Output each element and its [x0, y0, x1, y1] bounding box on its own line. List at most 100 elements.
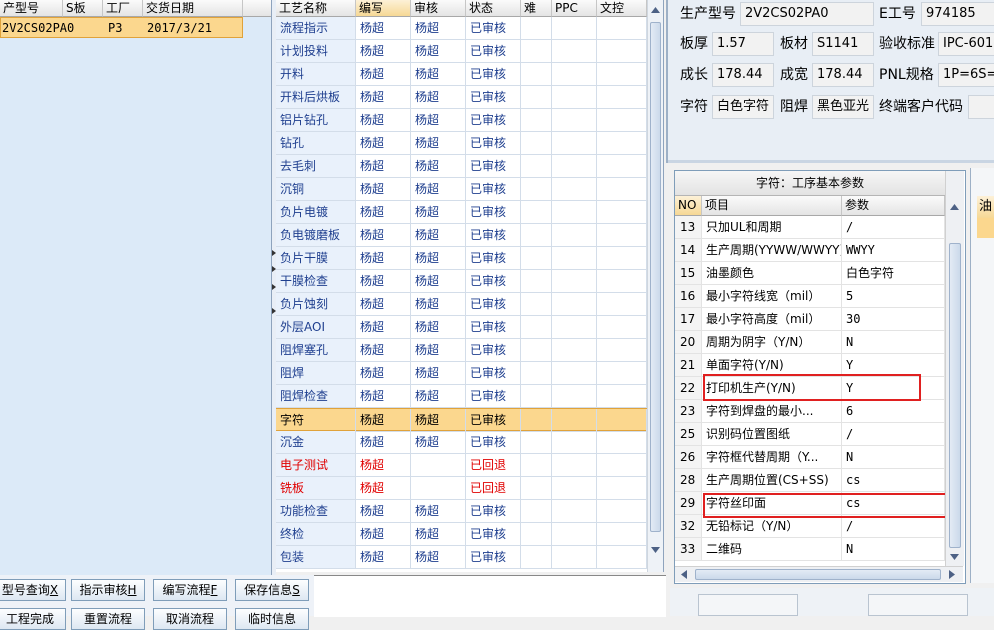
doc-control-cell[interactable]	[597, 201, 647, 224]
bottom-field-1[interactable]	[698, 594, 798, 616]
writer-cell[interactable]: 杨超	[356, 201, 411, 224]
reviewer-cell[interactable]: 杨超	[411, 224, 466, 247]
scroll-thumb[interactable]	[695, 569, 941, 580]
edge-tab-ink[interactable]: 油	[977, 196, 994, 218]
model-query-button[interactable]: 型号查询X	[0, 579, 66, 601]
ppc-cell[interactable]	[552, 247, 597, 270]
doc-control-cell[interactable]	[597, 385, 647, 408]
difficulty-cell[interactable]	[521, 362, 552, 385]
writer-cell[interactable]: 杨超	[356, 523, 411, 546]
doc-control-cell[interactable]	[597, 270, 647, 293]
item-cell[interactable]: 无铅标记（Y/N）	[702, 515, 842, 538]
ppc-cell[interactable]	[552, 109, 597, 132]
col-header-ppc[interactable]: PPC	[552, 0, 597, 17]
writer-cell[interactable]: 杨超	[356, 546, 411, 569]
proc-name-cell[interactable]: 负电镀磨板	[276, 224, 356, 247]
writer-cell[interactable]: 杨超	[356, 477, 411, 500]
table-row[interactable]: 终检 杨超 杨超 已审核	[276, 523, 647, 546]
ppc-cell[interactable]	[552, 178, 597, 201]
value-cell[interactable]: N	[842, 538, 945, 561]
no-cell[interactable]: 28	[675, 469, 702, 492]
status-cell[interactable]: 已审核	[466, 431, 521, 454]
status-cell[interactable]: 已审核	[466, 523, 521, 546]
ppc-cell[interactable]	[552, 293, 597, 316]
proc-name-cell[interactable]: 计划投料	[276, 40, 356, 63]
table-row[interactable]: 字符 杨超 杨超 已审核	[276, 408, 647, 432]
parameter-grid[interactable]: 字符：工序基本参数 NO 项目 参数 13 只加UL和周期/14 生产周期(YYWW…	[674, 170, 966, 584]
no-cell[interactable]: 20	[675, 331, 702, 354]
table-row[interactable]: 铣板 杨超 已回退	[276, 477, 647, 500]
item-cell[interactable]: 最小字符高度（mil）	[702, 308, 842, 331]
table-row[interactable]: 14 生产周期(YYWW/WWYY) WWYY	[675, 239, 945, 262]
doc-control-cell[interactable]	[597, 247, 647, 270]
table-row[interactable]: 13 只加UL和周期 /	[675, 216, 945, 239]
table-row[interactable]: 沉铜 杨超 杨超 已审核	[276, 178, 647, 201]
doc-control-cell[interactable]	[597, 546, 647, 569]
no-cell[interactable]: 16	[675, 285, 702, 308]
doc-control-cell[interactable]	[597, 224, 647, 247]
writer-cell[interactable]: 杨超	[356, 132, 411, 155]
no-cell[interactable]: 15	[675, 262, 702, 285]
table-row[interactable]: 沉金 杨超 杨超 已审核	[276, 431, 647, 454]
difficulty-cell[interactable]	[521, 409, 552, 432]
difficulty-cell[interactable]	[521, 385, 552, 408]
ppc-cell[interactable]	[552, 224, 597, 247]
table-row[interactable]: 负片干膜 杨超 杨超 已审核	[276, 247, 647, 270]
difficulty-cell[interactable]	[521, 201, 552, 224]
proc-name-cell[interactable]: 终检	[276, 523, 356, 546]
ppc-cell[interactable]	[552, 546, 597, 569]
ppc-cell[interactable]	[552, 431, 597, 454]
ppc-cell[interactable]	[552, 409, 597, 432]
difficulty-cell[interactable]	[521, 109, 552, 132]
no-cell[interactable]: 22	[675, 377, 702, 400]
doc-control-cell[interactable]	[597, 431, 647, 454]
doc-control-cell[interactable]	[597, 477, 647, 500]
reviewer-cell[interactable]: 杨超	[411, 339, 466, 362]
difficulty-cell[interactable]	[521, 293, 552, 316]
proc-name-cell[interactable]: 负片电镀	[276, 201, 356, 224]
writer-cell[interactable]: 杨超	[356, 224, 411, 247]
doc-control-cell[interactable]	[597, 17, 647, 40]
reviewer-cell[interactable]: 杨超	[411, 40, 466, 63]
reviewer-cell[interactable]: 杨超	[411, 132, 466, 155]
thickness-field[interactable]: 1.57	[712, 32, 774, 56]
proc-name-cell[interactable]: 铝片钻孔	[276, 109, 356, 132]
table-row[interactable]: 阻焊检查 杨超 杨超 已审核	[276, 385, 647, 408]
status-cell[interactable]: 已审核	[466, 409, 521, 432]
scroll-up-icon[interactable]	[949, 201, 960, 211]
e-no-field[interactable]: 974185	[921, 2, 994, 26]
writer-cell[interactable]: 杨超	[356, 385, 411, 408]
mask-field[interactable]: 黑色亚光	[812, 95, 874, 119]
table-row[interactable]: 开料后烘板 杨超 杨超 已审核	[276, 86, 647, 109]
writer-cell[interactable]: 杨超	[356, 409, 411, 432]
proc-name-cell[interactable]: 流程指示	[276, 17, 356, 40]
bottom-field-2[interactable]	[868, 594, 968, 616]
difficulty-cell[interactable]	[521, 477, 552, 500]
no-cell[interactable]: 32	[675, 515, 702, 538]
proc-name-cell[interactable]: 阻焊	[276, 362, 356, 385]
length-field[interactable]: 178.44	[712, 63, 774, 87]
save-info-button[interactable]: 保存信息S	[235, 579, 309, 601]
reviewer-cell[interactable]: 杨超	[411, 385, 466, 408]
ppc-cell[interactable]	[552, 385, 597, 408]
temp-info-button[interactable]: 临时信息	[235, 608, 309, 630]
writer-cell[interactable]: 杨超	[356, 109, 411, 132]
ppc-cell[interactable]	[552, 40, 597, 63]
standard-field[interactable]: IPC-601	[938, 32, 994, 56]
table-row[interactable]: 阻焊 杨超 杨超 已审核	[276, 362, 647, 385]
edge-selected-cell[interactable]	[977, 218, 994, 238]
model-field[interactable]: 2V2CS02PA0	[740, 2, 874, 26]
status-cell[interactable]: 已审核	[466, 385, 521, 408]
table-row[interactable]: 包装 杨超 杨超 已审核	[276, 546, 647, 569]
engineering-complete-button[interactable]: 工程完成	[0, 608, 66, 630]
doc-control-cell[interactable]	[597, 523, 647, 546]
char-field[interactable]: 白色字符	[712, 95, 774, 119]
item-cell[interactable]: 生产周期(YYWW/WWYY)	[702, 239, 842, 262]
status-cell[interactable]: 已回退	[466, 477, 521, 500]
ppc-cell[interactable]	[552, 316, 597, 339]
doc-control-cell[interactable]	[597, 155, 647, 178]
writer-cell[interactable]: 杨超	[356, 17, 411, 40]
write-flow-button[interactable]: 编写流程F	[153, 579, 227, 601]
value-cell[interactable]: /	[842, 216, 945, 239]
writer-cell[interactable]: 杨超	[356, 431, 411, 454]
